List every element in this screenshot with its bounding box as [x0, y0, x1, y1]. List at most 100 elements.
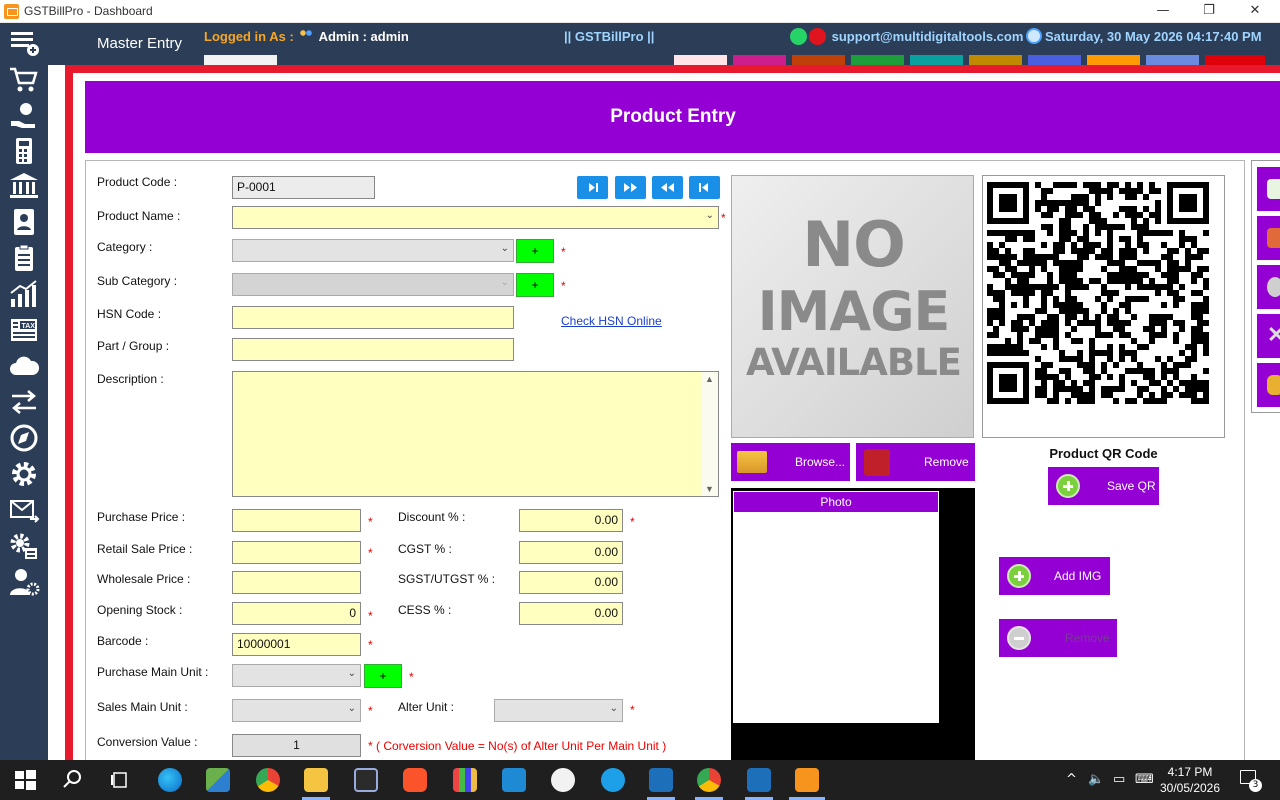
compass-icon[interactable] — [8, 423, 40, 453]
alarm-clock-icon — [1026, 28, 1042, 44]
next-record-button[interactable] — [615, 176, 646, 199]
edge-browser-icon[interactable] — [158, 768, 182, 792]
product-name-field[interactable]: ⌄ — [232, 206, 719, 229]
previous-record-button[interactable] — [652, 176, 683, 199]
notification-icon[interactable]: 3 — [1240, 770, 1262, 792]
last-record-button[interactable] — [689, 176, 720, 199]
barcode-field[interactable]: 10000001 — [232, 633, 361, 656]
top-header: Master Entry Logged in As : Admin : admi… — [48, 23, 1280, 65]
swatch-3[interactable] — [792, 55, 845, 65]
support-email[interactable]: support@multidigitaltools.com — [832, 29, 1024, 44]
description-textarea[interactable]: ▲ ▼ — [232, 371, 719, 497]
speaker-muted-icon[interactable]: 🔈 — [1088, 772, 1104, 787]
add-unit-button[interactable]: + — [364, 664, 402, 688]
user-settings-icon[interactable] — [8, 567, 40, 597]
file-explorer-icon[interactable] — [304, 768, 328, 792]
brand-name: || GSTBillPro || — [564, 29, 655, 44]
product-code-field[interactable]: P-0001 — [232, 176, 375, 199]
task-view-icon[interactable] — [108, 768, 132, 792]
brave-browser-icon[interactable] — [403, 768, 427, 792]
linux-penguin-icon[interactable] — [551, 768, 575, 792]
new-button[interactable] — [1257, 167, 1280, 211]
mail-icon[interactable] — [809, 28, 826, 45]
swatch-4[interactable] — [851, 55, 904, 65]
bank-icon[interactable] — [8, 171, 40, 201]
contact-book-icon[interactable] — [8, 207, 40, 237]
description-scrollbar[interactable]: ▲ ▼ — [702, 372, 718, 496]
first-record-button[interactable] — [577, 176, 608, 199]
cgst-field[interactable]: 0.00 — [519, 541, 623, 564]
database-button[interactable] — [1257, 363, 1280, 407]
chevron-up-icon[interactable]: ^ — [1066, 772, 1077, 787]
growth-chart-icon[interactable] — [8, 279, 40, 309]
add-category-button[interactable]: + — [516, 239, 554, 263]
network-icon[interactable]: ▭ — [1113, 772, 1125, 787]
store-icon[interactable] — [354, 768, 378, 792]
search-icon[interactable] — [60, 768, 84, 792]
cart-icon[interactable] — [8, 65, 40, 95]
hand-money-icon[interactable] — [8, 101, 40, 131]
qq-penguin-icon[interactable] — [601, 768, 625, 792]
wholesale-price-field[interactable] — [232, 571, 361, 594]
swatch-5[interactable] — [910, 55, 963, 65]
check-hsn-online-link[interactable]: Check HSN Online — [561, 314, 662, 328]
edit-button[interactable] — [1257, 265, 1280, 309]
remove-img-button[interactable]: Remove — [999, 619, 1117, 657]
sub-category-select[interactable]: ⌄ — [232, 273, 514, 296]
settings-icon[interactable] — [8, 459, 40, 489]
app-window-icon[interactable] — [649, 768, 673, 792]
swatch-10[interactable] — [1205, 55, 1265, 65]
purchase-main-unit-select[interactable]: ⌄ — [232, 664, 361, 687]
discount-field[interactable]: 0.00 — [519, 509, 623, 532]
category-select[interactable]: ⌄ — [232, 239, 514, 262]
swatch-8[interactable] — [1087, 55, 1140, 65]
chrome-icon[interactable] — [256, 768, 280, 792]
app-icon-3[interactable] — [502, 768, 526, 792]
add-sub-category-button[interactable]: + — [516, 273, 554, 297]
save-button[interactable] — [1257, 216, 1280, 260]
retail-sale-price-field[interactable] — [232, 541, 361, 564]
swatch-1[interactable] — [674, 55, 727, 65]
cess-field[interactable]: 0.00 — [519, 602, 623, 625]
whatsapp-icon[interactable] — [790, 28, 807, 45]
delete-button[interactable]: ✕ — [1257, 314, 1280, 358]
swatch-7[interactable] — [1028, 55, 1081, 65]
windows-start-icon[interactable] — [13, 768, 37, 792]
sgst-field[interactable]: 0.00 — [519, 571, 623, 594]
transfer-arrows-icon[interactable] — [8, 387, 40, 417]
chrome-icon[interactable] — [697, 768, 721, 792]
calculator-icon[interactable] — [8, 136, 40, 166]
app-window-icon[interactable] — [747, 768, 771, 792]
browse-button[interactable]: Browse... — [731, 443, 850, 481]
clipboard-icon[interactable] — [8, 243, 40, 273]
swatch-2[interactable] — [733, 55, 786, 65]
config-gear-icon[interactable] — [8, 531, 40, 561]
app-icon-1[interactable] — [206, 768, 230, 792]
minimize-button[interactable]: — — [1140, 0, 1186, 23]
alter-unit-select[interactable]: ⌄ — [494, 699, 623, 722]
conversion-value-field[interactable]: 1 — [232, 734, 361, 757]
remove-image-button[interactable]: Remove — [856, 443, 975, 481]
maximize-button[interactable]: ❐ — [1186, 0, 1232, 23]
scroll-down-icon[interactable]: ▼ — [705, 484, 714, 494]
app-icon-2[interactable] — [453, 768, 477, 792]
opening-stock-field[interactable]: 0 — [232, 602, 361, 625]
header-tab-block — [204, 55, 277, 65]
mail-send-icon[interactable] — [8, 495, 40, 525]
save-qr-button[interactable]: Save QR — [1048, 467, 1159, 505]
close-button[interactable]: ✕ — [1232, 0, 1278, 23]
swatch-6[interactable] — [969, 55, 1022, 65]
tax-icon[interactable]: TAX — [8, 315, 40, 345]
tray-clock[interactable]: 4:17 PM 30/05/2026 — [1150, 764, 1230, 796]
cloud-icon[interactable] — [8, 351, 40, 381]
part-group-field[interactable] — [232, 338, 514, 361]
add-img-button[interactable]: Add IMG — [999, 557, 1110, 595]
swatch-9[interactable] — [1146, 55, 1199, 65]
hsn-code-field[interactable] — [232, 306, 514, 329]
photo-list[interactable] — [733, 491, 939, 723]
scroll-up-icon[interactable]: ▲ — [705, 374, 714, 384]
purchase-price-field[interactable] — [232, 509, 361, 532]
list-add-icon[interactable] — [8, 28, 40, 58]
sales-main-unit-select[interactable]: ⌄ — [232, 699, 361, 722]
gstbillpro-taskbar-icon[interactable] — [795, 768, 819, 792]
